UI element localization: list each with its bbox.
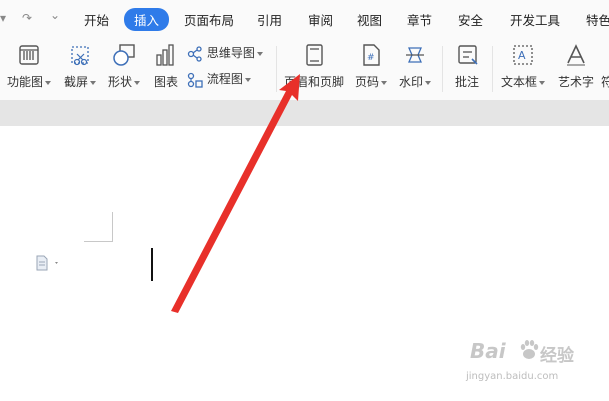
comment-label: 批注 [454, 75, 479, 89]
comment-button[interactable]: 批注 [450, 38, 484, 98]
mind-map-icon [187, 45, 202, 62]
flowchart-label: 流程图 [206, 72, 243, 86]
watermark-label: 水印 [398, 75, 423, 89]
comment-icon [458, 45, 478, 65]
screenshot-button[interactable]: 截屏 [60, 38, 100, 98]
tab-review[interactable]: 审阅 [308, 10, 333, 29]
flowchart-icon [187, 72, 203, 88]
margin-corner-mark [112, 212, 113, 242]
word-art-label: 艺术字 [557, 75, 594, 89]
page-number-icon: # [363, 44, 380, 66]
tab-home[interactable]: 开始 [84, 10, 109, 29]
tab-page-layout[interactable]: 页面布局 [184, 10, 234, 29]
paw-icon [520, 340, 539, 359]
paragraph-icon[interactable] [34, 255, 62, 271]
header-footer-button[interactable]: 页眉和页脚 [282, 38, 346, 98]
function-chart-icon [19, 45, 39, 65]
word-art-button[interactable]: 艺术字 [554, 38, 598, 98]
header-footer-label: 页眉和页脚 [283, 75, 344, 89]
page-number-button[interactable]: # 页码 [352, 38, 390, 98]
function-chart-label: 功能图 [6, 75, 43, 89]
watermark-button[interactable]: 水印 [396, 38, 434, 98]
page-number-label: 页码 [354, 75, 379, 89]
tab-chapter[interactable]: 章节 [407, 10, 432, 29]
chart-button[interactable]: 图表 [150, 38, 182, 98]
quick-access-more-icon[interactable]: ⌄ [50, 8, 60, 22]
watermark-url: jingyan.baidu.com [466, 371, 559, 382]
text-box-icon: A [513, 45, 533, 65]
screenshot-icon [71, 46, 89, 66]
svg-text:A: A [518, 49, 526, 62]
shapes-icon [113, 44, 135, 66]
shapes-button[interactable]: 形状 [104, 38, 144, 98]
ruler-area [0, 100, 609, 126]
mind-map-label: 思维导图 [206, 46, 255, 60]
ribbon-divider [442, 46, 443, 92]
symbol-button-partial[interactable]: 符 [601, 73, 609, 90]
tab-special[interactable]: 特色 [586, 10, 609, 29]
flowchart-button[interactable]: 流程图 [187, 70, 251, 88]
tab-security[interactable]: 安全 [458, 10, 483, 29]
symbol-label: 符 [601, 75, 609, 89]
watermark-icon [406, 47, 424, 63]
watermark-brand: Bai [470, 339, 506, 363]
function-chart-button[interactable]: 功能图 [4, 38, 54, 98]
insert-ribbon: 功能图 截屏 形状 图表 思维导图 流程图 页眉和页脚 # 页码 水印 批注 A… [0, 38, 609, 100]
margin-corner-mark [84, 241, 113, 242]
header-footer-icon [306, 44, 323, 66]
tab-developer-tools[interactable]: 开发工具 [510, 10, 560, 29]
tab-view[interactable]: 视图 [357, 10, 382, 29]
ribbon-divider [492, 46, 493, 92]
menu-tab-bar: ▾ ↷ ⌄ 开始 插入 页面布局 引用 审阅 视图 章节 安全 开发工具 特色 [0, 0, 609, 38]
text-box-label: 文本框 [500, 75, 537, 89]
word-art-icon [567, 44, 585, 66]
text-cursor [151, 248, 153, 281]
svg-text:#: # [367, 53, 375, 63]
redo-icon[interactable]: ↷ [22, 11, 32, 25]
ribbon-divider [276, 46, 277, 92]
mind-map-button[interactable]: 思维导图 [187, 44, 263, 62]
baidu-watermark: Bai 经验 jingyan.baidu.com [466, 333, 606, 391]
tab-insert[interactable]: 插入 [124, 8, 170, 31]
chart-label: 图表 [153, 75, 178, 89]
watermark-cn: 经验 [540, 346, 574, 366]
screenshot-label: 截屏 [63, 75, 88, 89]
tab-references[interactable]: 引用 [257, 10, 282, 29]
quick-access-dropdown-icon[interactable]: ▾ [0, 11, 6, 25]
chart-icon [156, 44, 174, 66]
shapes-label: 形状 [107, 75, 132, 89]
text-box-button[interactable]: A 文本框 [498, 38, 548, 98]
